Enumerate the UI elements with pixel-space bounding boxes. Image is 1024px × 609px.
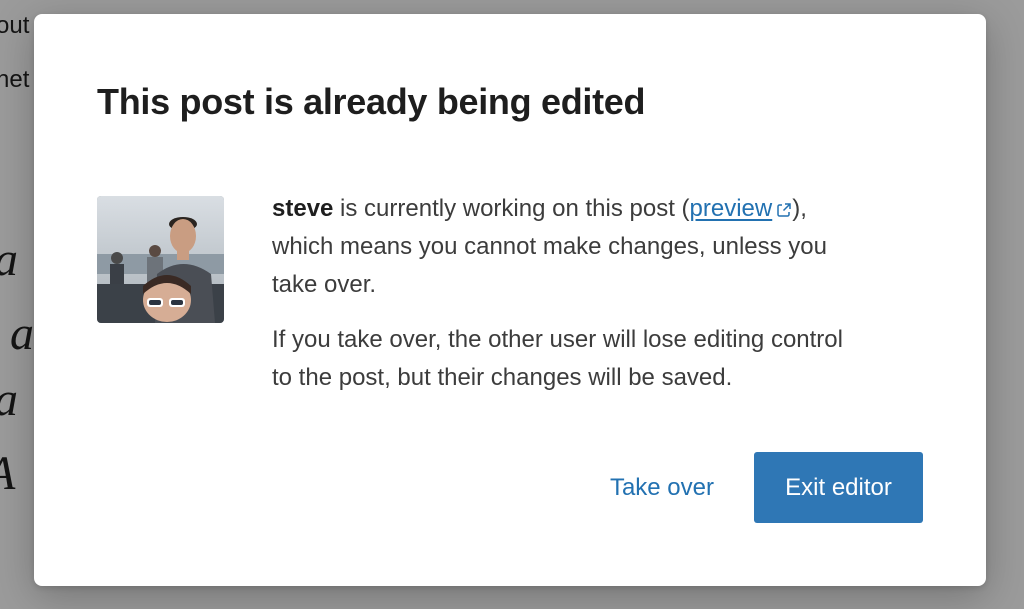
takeover-note-line: If you take over, the other user will lo… <box>272 326 843 353</box>
take-over-button[interactable]: Take over <box>610 474 714 502</box>
bg-text-line: a <box>0 232 18 287</box>
bg-text-line: out <box>0 12 30 39</box>
user-avatar <box>97 196 224 323</box>
takeover-note-line: to the post, but their changes will be s… <box>272 364 733 391</box>
message-text: which means you cannot make changes, unl… <box>272 233 827 260</box>
message-text: is currently working on this post ( <box>333 195 690 222</box>
modal-actions: Take over Exit editor <box>610 452 923 523</box>
takeover-note: If you take over, the other user will lo… <box>272 321 942 397</box>
bg-text-line: a <box>10 307 34 360</box>
avatar-photo <box>97 196 224 323</box>
preview-link[interactable]: preview <box>690 195 793 222</box>
modal-title: This post is already being edited <box>97 81 646 122</box>
message-text: ), <box>792 195 807 222</box>
bg-text-line: net <box>0 66 30 93</box>
exit-editor-button[interactable]: Exit editor <box>754 452 923 523</box>
preview-link-label: preview <box>689 195 773 222</box>
message-text: take over. <box>272 271 377 298</box>
bg-text-line: a <box>0 372 18 427</box>
external-link-icon <box>777 203 791 217</box>
bg-text-line: A <box>0 446 15 501</box>
lock-message: steve is currently working on this post … <box>272 190 942 304</box>
post-locked-modal: This post is already being edited steve … <box>34 14 986 586</box>
modal-message: steve is currently working on this post … <box>272 190 942 397</box>
locking-username: steve <box>272 195 334 222</box>
